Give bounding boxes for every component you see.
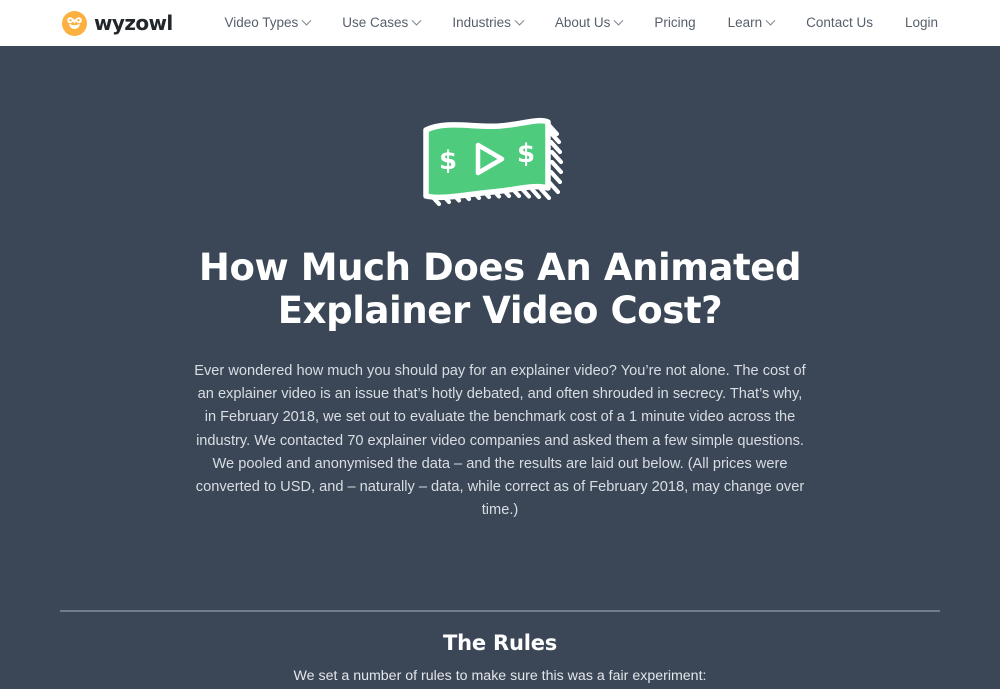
nav-item-pricing[interactable]: Pricing xyxy=(638,0,711,46)
nav-label: Login xyxy=(904,15,938,30)
nav-item-industries[interactable]: Industries xyxy=(436,0,539,46)
page-title-line-1: How Much Does An Animated xyxy=(198,246,802,289)
logo-link[interactable]: wyzowl xyxy=(62,10,173,36)
owl-icon xyxy=(62,10,87,36)
chevron-down-icon xyxy=(301,15,312,26)
site-header: wyzowl Video Types Use Cases Industries … xyxy=(0,0,1000,46)
nav-item-learn[interactable]: Learn xyxy=(712,0,791,46)
section-divider xyxy=(60,610,940,613)
nav-label: Learn xyxy=(727,15,763,30)
chevron-down-icon xyxy=(411,15,422,26)
nav-item-login[interactable]: Login xyxy=(889,0,938,46)
nav-item-about-us[interactable]: About Us xyxy=(539,0,639,46)
dollar-sign-right: $ xyxy=(517,139,535,169)
chevron-down-icon xyxy=(765,15,776,26)
page-title-line-2: Explainer Video Cost? xyxy=(277,289,723,332)
hero-section: $ $ How Much Does An Animated Explainer … xyxy=(0,46,1000,522)
nav-item-use-cases[interactable]: Use Cases xyxy=(326,0,436,46)
chevron-down-icon xyxy=(613,15,624,26)
chevron-down-icon xyxy=(514,15,525,26)
nav-label: Industries xyxy=(452,15,511,30)
main-navigation: Video Types Use Cases Industries About U… xyxy=(208,0,938,46)
rules-heading: The Rules xyxy=(442,631,558,656)
dollar-sign-left: $ xyxy=(439,146,457,176)
nav-label: Use Cases xyxy=(342,15,409,30)
nav-item-contact-us[interactable]: Contact Us xyxy=(790,0,889,46)
nav-label: Contact Us xyxy=(806,15,873,30)
nav-item-video-types[interactable]: Video Types xyxy=(208,0,326,46)
hero-paragraph: Ever wondered how much you should pay fo… xyxy=(194,363,806,519)
rules-intro: We set a number of rules to make sure th… xyxy=(293,668,707,685)
nav-label: Video Types xyxy=(224,15,299,30)
page-title: How Much Does An Animated Explainer Vide… xyxy=(0,249,1000,329)
rules-section: The Rules We set a number of rules to ma… xyxy=(0,610,1000,689)
logo-wordmark: wyzowl xyxy=(94,11,173,35)
money-video-banknote-icon: $ $ xyxy=(423,117,564,207)
nav-label: About Us xyxy=(554,15,611,30)
nav-label: Pricing xyxy=(654,15,696,30)
